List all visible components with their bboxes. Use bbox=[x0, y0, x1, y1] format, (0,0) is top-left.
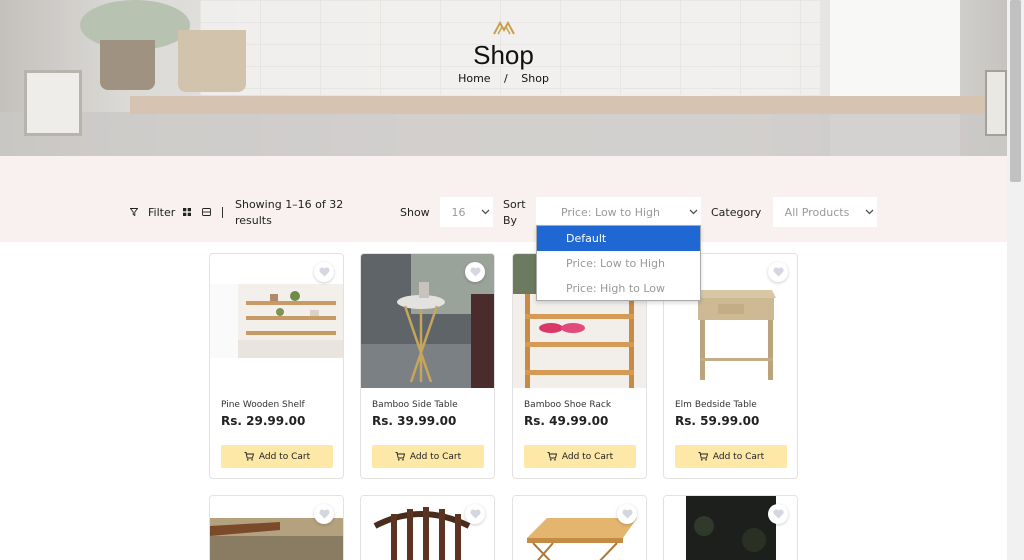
sort-option-price-high-to-low[interactable]: Price: High to Low bbox=[537, 276, 700, 301]
category-select[interactable]: All Products bbox=[773, 197, 877, 227]
product-card[interactable]: Pine Wooden Shelf Rs. 29.99.00 Add to Ca… bbox=[209, 253, 344, 479]
product-name[interactable]: Bamboo Shoe Rack bbox=[524, 400, 611, 410]
product-price: Rs. 29.99.00 bbox=[221, 414, 306, 428]
grid-view-icon[interactable] bbox=[183, 208, 191, 216]
filter-icon[interactable] bbox=[130, 208, 138, 216]
sort-option-default[interactable]: Default bbox=[537, 226, 700, 251]
wishlist-button[interactable] bbox=[465, 262, 485, 282]
heart-icon bbox=[318, 509, 330, 519]
heart-icon bbox=[469, 267, 481, 277]
sort-label: Sort By bbox=[503, 198, 526, 227]
wishlist-button[interactable] bbox=[768, 504, 788, 524]
wishlist-button[interactable] bbox=[617, 504, 637, 524]
product-card[interactable] bbox=[663, 495, 798, 560]
product-price: Rs. 49.99.00 bbox=[524, 414, 609, 428]
add-to-cart-button[interactable]: Add to Cart bbox=[675, 445, 787, 468]
page-title: Shop bbox=[473, 40, 534, 70]
product-name[interactable]: Bamboo Side Table bbox=[372, 400, 458, 410]
product-card[interactable] bbox=[512, 495, 647, 560]
product-price: Rs. 59.99.00 bbox=[675, 414, 760, 428]
chevron-down-icon bbox=[861, 209, 877, 215]
wishlist-button[interactable] bbox=[768, 262, 788, 282]
show-per-page-select[interactable]: 16 bbox=[440, 197, 493, 227]
toolbar-divider bbox=[222, 207, 223, 218]
hero-banner: Shop Home / Shop bbox=[0, 0, 1007, 156]
wishlist-button[interactable] bbox=[314, 262, 334, 282]
cart-icon bbox=[698, 452, 708, 461]
sort-by-dropdown-list: Default Price: Low to High Price: High t… bbox=[536, 225, 701, 301]
page-scrollbar[interactable] bbox=[1007, 0, 1024, 560]
product-price: Rs. 39.99.00 bbox=[372, 414, 457, 428]
product-name[interactable]: Elm Bedside Table bbox=[675, 400, 757, 410]
sort-by-select[interactable]: Price: Low to High bbox=[536, 197, 701, 227]
product-card[interactable] bbox=[360, 495, 495, 560]
wishlist-button[interactable] bbox=[465, 504, 485, 524]
show-label: Show bbox=[400, 206, 430, 219]
add-to-cart-button[interactable]: Add to Cart bbox=[221, 445, 333, 468]
chevron-down-icon bbox=[477, 209, 493, 215]
wishlist-button[interactable] bbox=[314, 504, 334, 524]
heart-icon bbox=[621, 509, 633, 519]
scrollbar-thumb[interactable] bbox=[1010, 0, 1021, 182]
product-name[interactable]: Pine Wooden Shelf bbox=[221, 400, 305, 410]
heart-icon bbox=[469, 509, 481, 519]
breadcrumb-home-link[interactable]: Home bbox=[458, 72, 490, 85]
cart-icon bbox=[547, 452, 557, 461]
logo-icon bbox=[493, 21, 515, 35]
category-label: Category bbox=[711, 206, 762, 219]
breadcrumb-separator: / bbox=[504, 72, 508, 85]
product-card[interactable] bbox=[209, 495, 344, 560]
list-view-icon[interactable] bbox=[202, 208, 211, 216]
cart-icon bbox=[395, 452, 405, 461]
heart-icon bbox=[318, 267, 330, 277]
breadcrumb: Home / Shop bbox=[0, 72, 1007, 85]
sort-option-price-low-to-high[interactable]: Price: Low to High bbox=[537, 251, 700, 276]
breadcrumb-current: Shop bbox=[521, 72, 549, 85]
result-count: Showing 1–16 of 32 results bbox=[235, 198, 344, 227]
cart-icon bbox=[244, 452, 254, 461]
add-to-cart-button[interactable]: Add to Cart bbox=[372, 445, 484, 468]
filter-button[interactable]: Filter bbox=[148, 206, 175, 219]
heart-icon bbox=[772, 509, 784, 519]
add-to-cart-button[interactable]: Add to Cart bbox=[524, 445, 636, 468]
heart-icon bbox=[772, 267, 784, 277]
chevron-down-icon bbox=[685, 209, 701, 215]
product-card[interactable]: Bamboo Side Table Rs. 39.99.00 Add to Ca… bbox=[360, 253, 495, 479]
